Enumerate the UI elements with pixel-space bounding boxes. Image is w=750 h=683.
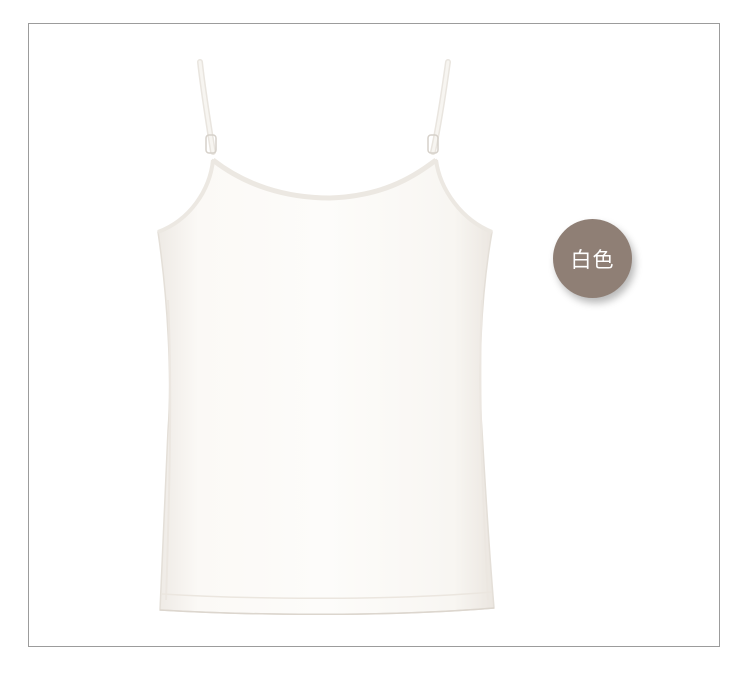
color-label: 白色 <box>570 247 615 272</box>
white-camisole-image <box>157 59 495 616</box>
color-badge: 白色 <box>553 219 632 298</box>
